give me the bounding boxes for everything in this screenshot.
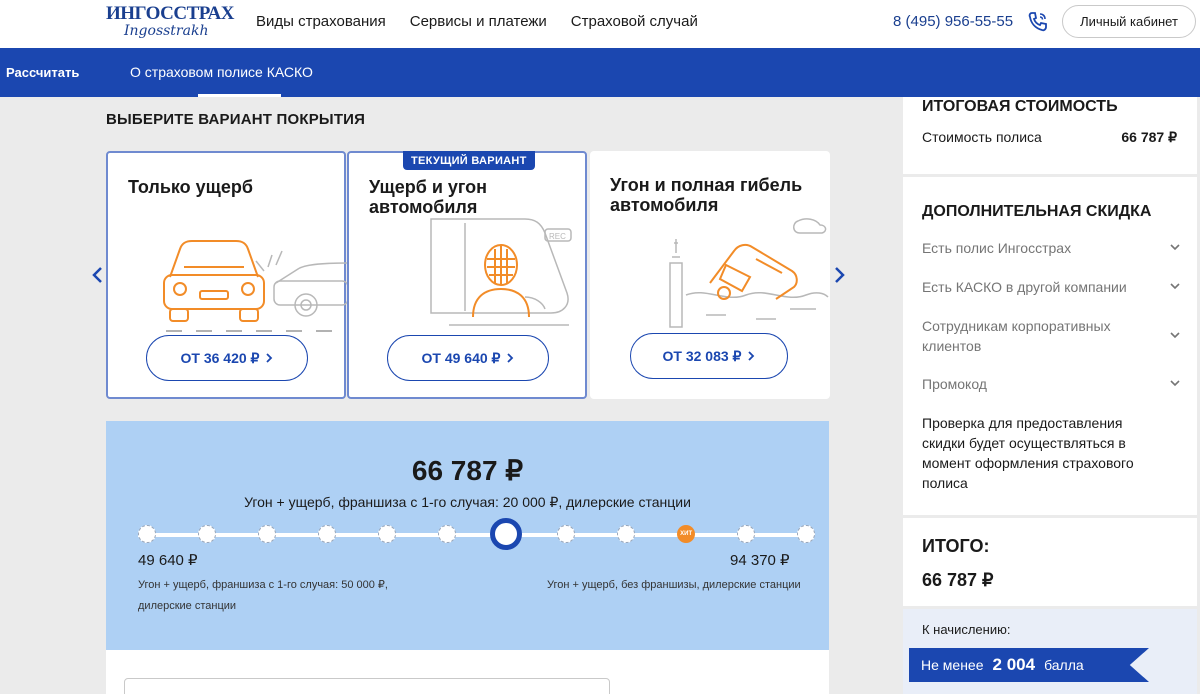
coverage-section-title: ВЫБЕРИТЕ ВАРИАНТ ПОКРЫТИЯ (106, 111, 366, 128)
slider-step[interactable] (257, 525, 276, 543)
slider-min-note: Угон + ущерб, франшиза с 1-го случая: 50… (138, 579, 388, 612)
phone-number[interactable]: 8 (495) 956-55-55 (893, 13, 1013, 30)
chevron-right-icon (266, 353, 273, 363)
svg-text:REC: REC (549, 232, 566, 241)
price-button-damage-theft[interactable]: ОТ 49 640 ₽ (387, 335, 549, 381)
ingosstrakh-logo[interactable]: ИНГОССТРАХ Ingosstrakh (106, 3, 234, 44)
total-value: 66 787 ₽ (922, 570, 994, 590)
slider-step[interactable] (138, 525, 156, 543)
nav-item-services[interactable]: Сервисы и платежи (410, 13, 547, 30)
accrual-label: К начислению: (922, 622, 1011, 637)
car-damage-illustration (163, 240, 348, 332)
points-prefix: Не менее (921, 657, 984, 673)
slider-step[interactable] (377, 525, 396, 543)
price-description: Угон + ущерб, франшиза с 1-го случая: 20… (244, 494, 691, 510)
chevron-right-icon[interactable] (832, 266, 846, 284)
car-total-loss-illustration (669, 218, 829, 328)
points-suffix: балла (1044, 657, 1084, 673)
discount-title: ДОПОЛНИТЕЛЬНАЯ СКИДКА (922, 203, 1152, 220)
total-title: ИТОГО: (922, 536, 990, 556)
slider-step[interactable] (557, 525, 576, 543)
total-panel: ИТОГО: 66 787 ₽ (903, 518, 1197, 606)
main-nav: Виды страхования Сервисы и платежи Страх… (256, 13, 722, 30)
price-label: ОТ 32 083 ₽ (662, 347, 742, 364)
policy-cost-label: Стоимость полиса (922, 129, 1042, 145)
logo-line1: ИНГОССТРАХ (106, 3, 234, 24)
summary-title: ИТОГОВАЯ СТОИМОСТЬ (922, 98, 1118, 115)
coverage-card-damage-theft[interactable]: Ущерб и угон автомобиля REC ОТ 49 640 ₽ (347, 151, 587, 399)
logo-line2: Ingosstrakh (124, 23, 209, 39)
total-price: 66 787 ₽ (411, 455, 524, 486)
slider-handle[interactable] (490, 518, 523, 550)
tab-calculate[interactable]: Рассчитать (6, 65, 79, 80)
points-value: 2 004 (992, 655, 1036, 674)
slider-step[interactable] (437, 525, 456, 543)
price-button-damage[interactable]: ОТ 36 420 ₽ (146, 335, 308, 381)
card-title: Только ущерб (128, 177, 253, 197)
points-ribbon: Не менее 2 004 балла (909, 648, 1149, 682)
phone-icon[interactable] (1026, 10, 1050, 34)
points-panel: К начислению: Не менее 2 004 балла (903, 609, 1197, 694)
current-variant-badge: ТЕКУЩИЙ ВАРИАНТ (403, 151, 535, 170)
deductible-slider-track[interactable] (138, 533, 801, 537)
summary-cost-panel: ИТОГОВАЯ СТОИМОСТЬ Стоимость полиса 66 7… (903, 97, 1197, 174)
chevron-left-icon[interactable] (91, 266, 105, 284)
slider-max-price: 94 370 ₽ (730, 552, 790, 569)
discount-item-ingosstrakh-policy[interactable]: Есть полис Ингосстрах (922, 238, 1147, 258)
chevron-right-icon (748, 351, 755, 361)
nav-item-insurance-types[interactable]: Виды страхования (256, 13, 386, 30)
chevron-down-icon[interactable] (1169, 329, 1181, 341)
tab-about-policy[interactable]: О страховом полисе КАСКО (130, 64, 313, 80)
slider-step[interactable] (797, 525, 815, 543)
slider-step[interactable] (317, 525, 336, 543)
coverage-card-damage[interactable]: Только ущерб ОТ 36 420 ₽ (106, 151, 348, 399)
coverage-card-total-loss[interactable]: Угон и полная гибель автомобиля ОТ 32 08… (590, 151, 830, 399)
discount-item-promocode[interactable]: Промокод (922, 374, 1147, 394)
chevron-down-icon[interactable] (1169, 241, 1181, 253)
discount-item-corporate[interactable]: Сотрудникам корпоративных клиентов (922, 316, 1137, 356)
price-label: ОТ 49 640 ₽ (421, 349, 501, 366)
slider-min-price: 49 640 ₽ (138, 552, 198, 569)
discount-panel: ДОПОЛНИТЕЛЬНАЯ СКИДКА Есть полис Ингосст… (903, 177, 1197, 515)
policy-cost-value: 66 787 ₽ (1121, 129, 1177, 145)
card-title: Ущерб и угон автомобиля (369, 177, 488, 217)
chevron-down-icon[interactable] (1169, 280, 1181, 292)
price-button-total-loss[interactable]: ОТ 32 083 ₽ (630, 333, 788, 379)
nav-item-claims[interactable]: Страховой случай (571, 13, 698, 30)
slider-step[interactable] (737, 525, 756, 543)
price-label: ОТ 36 420 ₽ (180, 349, 260, 366)
active-tab-indicator (198, 94, 281, 97)
chevron-down-icon[interactable] (1169, 377, 1181, 389)
slider-step[interactable] (197, 525, 216, 543)
price-panel: 66 787 ₽ Угон + ущерб, франшиза с 1-го с… (106, 421, 829, 650)
discount-item-other-kasko[interactable]: Есть КАСКО в другой компании (922, 277, 1147, 297)
car-theft-illustration: REC (430, 218, 572, 326)
lower-input-field[interactable] (124, 678, 610, 694)
personal-account-button[interactable]: Личный кабинет (1062, 5, 1196, 38)
sub-navigation: Рассчитать О страховом полисе КАСКО (0, 48, 1200, 97)
discount-note: Проверка для предоставления скидки будет… (922, 415, 1134, 491)
top-header: ИНГОССТРАХ Ingosstrakh Виды страхования … (0, 0, 1200, 48)
chevron-right-icon (507, 353, 514, 363)
slider-max-note: Угон + ущерб, без франшизы, дилерские ст… (547, 579, 801, 591)
slider-step[interactable] (617, 525, 636, 543)
slider-step-hit[interactable]: ХИТ (677, 525, 696, 543)
